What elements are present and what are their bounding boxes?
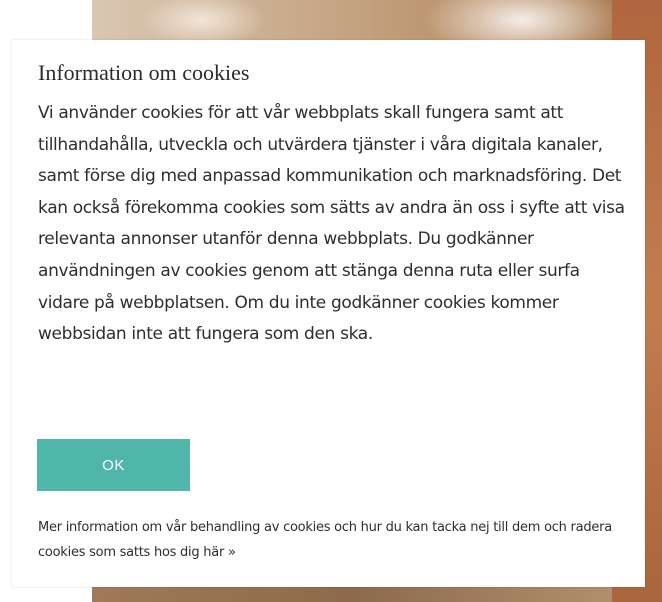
ok-button[interactable]: OK bbox=[37, 439, 190, 491]
dialog-title: Information om cookies bbox=[38, 60, 250, 85]
more-info-link[interactable]: Mer information om vår behandling av coo… bbox=[38, 515, 628, 565]
dialog-body-text: Vi använder cookies för att vår webbplat… bbox=[38, 103, 625, 345]
background-photo-bottom bbox=[92, 585, 612, 602]
cookie-consent-dialog: Information om cookies Vi använder cooki… bbox=[12, 40, 645, 587]
